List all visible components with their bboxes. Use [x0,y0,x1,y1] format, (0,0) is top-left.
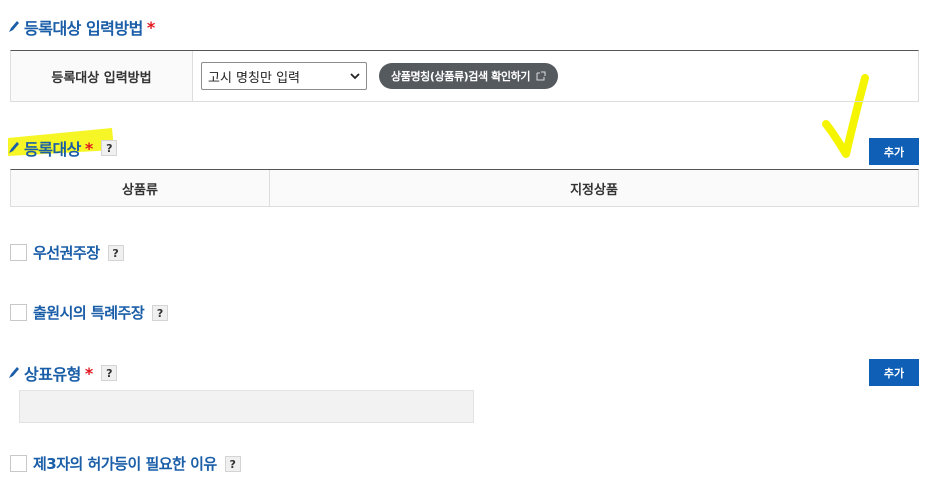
priority-claim-label[interactable]: 우선권주장 [33,242,100,263]
pencil-icon [9,367,19,378]
input-method-select-value: 고시 명칭만 입력 [208,70,300,86]
third-party-row: 제3자의 허가등이 필요한 이유 ? [10,453,241,474]
add-trademark-type-button[interactable]: 추가 [869,359,919,386]
external-link-icon [536,71,546,81]
add-target-button[interactable]: 추가 [869,138,919,165]
priority-claim-checkbox[interactable] [10,244,27,261]
method-row-label: 등록대상 입력방법 [11,51,193,101]
exception-claim-label[interactable]: 출원시의 특례주장 [33,302,145,323]
column-header-products: 지정상품 [270,170,918,206]
trademark-type-box [19,390,474,423]
exception-claim-checkbox[interactable] [10,304,27,321]
exception-claim-row: 출원시의 특례주장 ? [10,302,169,323]
trademark-type-heading: 상표유형 * ? [8,361,118,385]
required-mark: * [84,138,94,158]
help-icon[interactable]: ? [152,304,169,321]
required-mark: * [84,363,94,383]
chevron-down-icon [350,73,360,80]
target-section-heading: 등록대상 * ? [8,136,118,160]
pencil-icon [9,142,19,153]
priority-claim-row: 우선권주장 ? [10,242,124,263]
trademark-type-title: 상표유형 [24,365,81,384]
product-name-search-label: 상품명칭(상품류)검색 확인하기 [391,70,531,83]
product-name-search-button[interactable]: 상품명칭(상품류)검색 확인하기 [379,63,559,89]
method-table: 등록대상 입력방법 고시 명칭만 입력 상품명칭(상품류)검색 확인하기 [10,50,919,102]
target-table: 상품류 지정상품 [10,169,919,207]
method-section-title: 등록대상 입력방법 [24,19,143,38]
column-header-class: 상품류 [11,170,270,206]
help-icon[interactable]: ? [224,455,241,472]
method-row-cell: 고시 명칭만 입력 상품명칭(상품류)검색 확인하기 [193,51,918,101]
third-party-checkbox[interactable] [10,455,27,472]
third-party-label[interactable]: 제3자의 허가등이 필요한 이유 [33,453,217,474]
help-icon[interactable]: ? [107,244,124,261]
help-icon[interactable]: ? [101,365,118,381]
help-icon[interactable]: ? [101,140,118,156]
pencil-icon [9,21,19,32]
required-mark: * [146,17,156,37]
input-method-select[interactable]: 고시 명칭만 입력 [201,62,367,90]
method-section-heading: 등록대상 입력방법 * [8,15,155,39]
target-section-title: 등록대상 [24,140,81,159]
